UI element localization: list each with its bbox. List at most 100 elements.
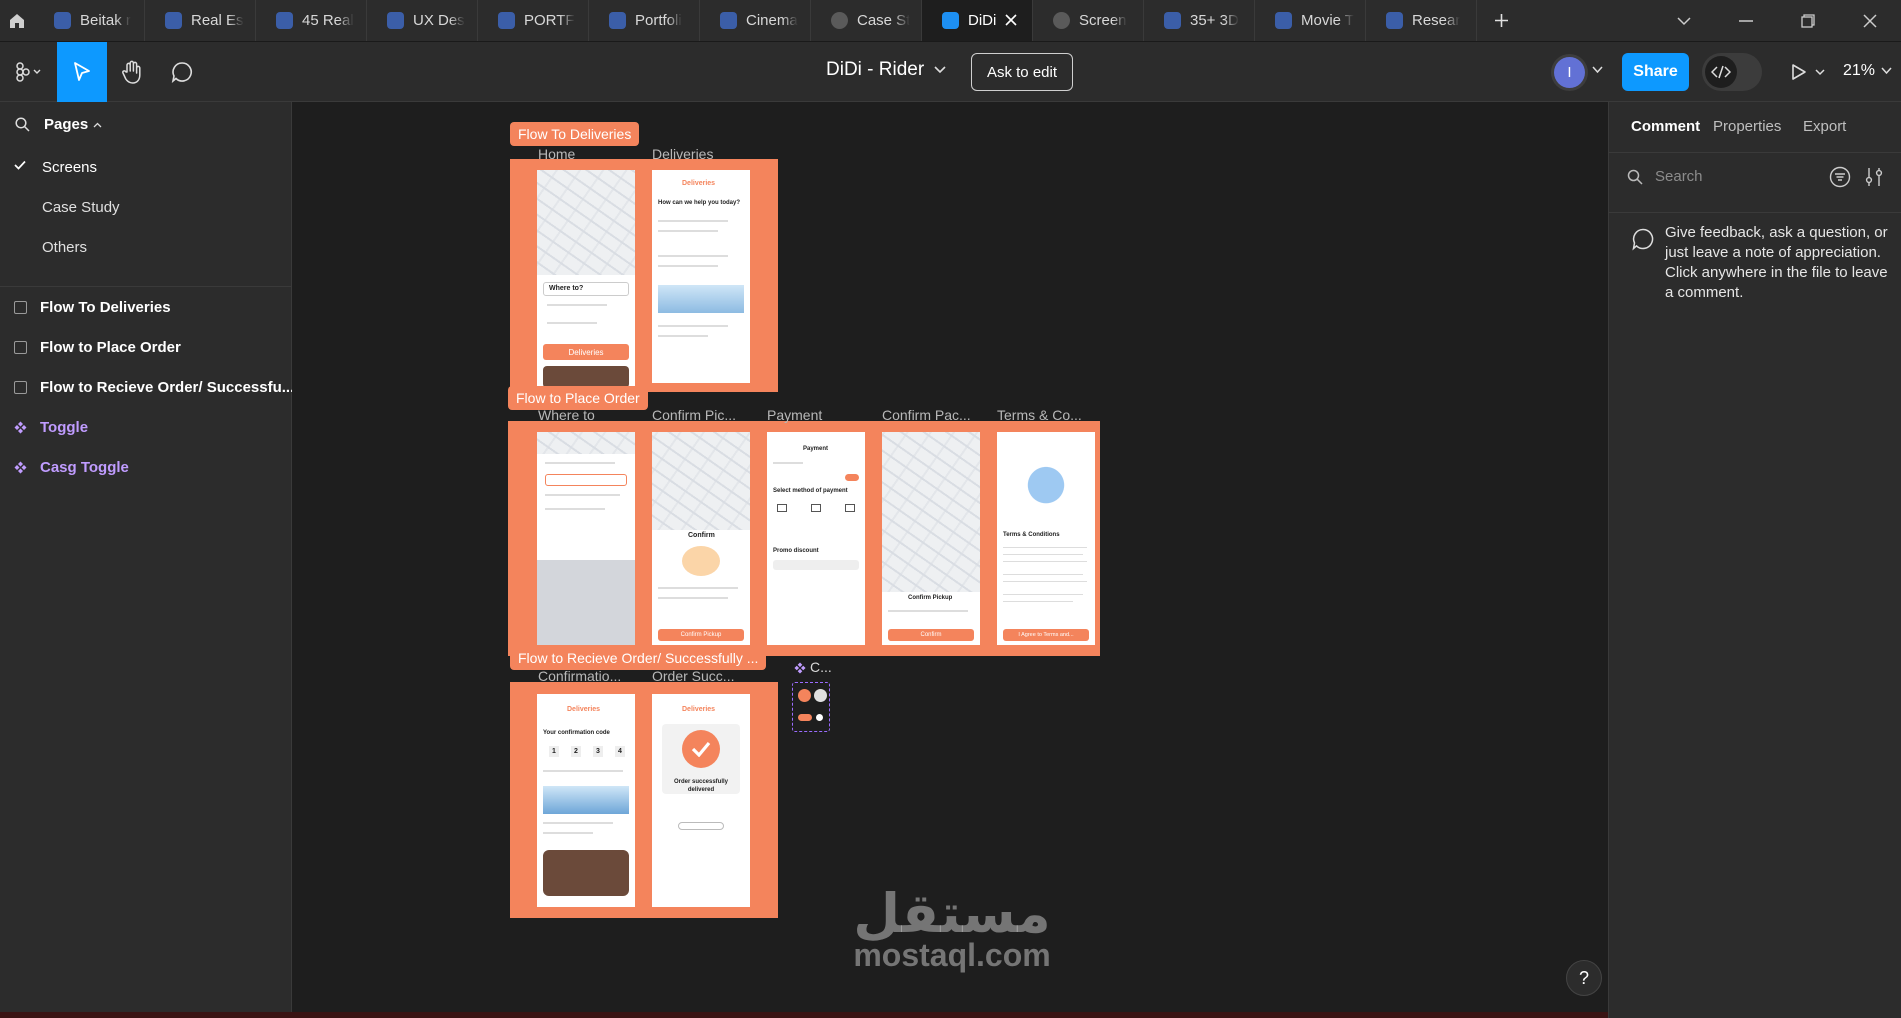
frame-label-terms[interactable]: Terms & Co...: [997, 407, 1097, 423]
comment-tool-icon[interactable]: [162, 56, 202, 88]
frame-label-where-to[interactable]: Where to: [538, 407, 638, 423]
frame-confirm-package[interactable]: Confirm Pickup Confirm: [882, 432, 980, 645]
tab-ux-design[interactable]: UX Des: [367, 0, 478, 41]
card-icon: [777, 504, 787, 512]
new-tab-plus-icon[interactable]: [1477, 0, 1525, 41]
tab-export[interactable]: Export: [1803, 118, 1846, 135]
tab-portfolio[interactable]: Portfoli: [589, 0, 700, 41]
figma-file-icon: [942, 12, 959, 29]
ask-to-edit-button[interactable]: Ask to edit: [971, 53, 1073, 91]
placeholder-line: [658, 597, 728, 599]
frame-label-deliveries[interactable]: Deliveries: [652, 146, 752, 162]
design-canvas[interactable]: Flow To Deliveries Home Deliveries Where…: [292, 102, 1608, 1012]
component-set-label[interactable]: C...: [810, 659, 832, 675]
terms-illustration: [1007, 440, 1085, 522]
frame-label-home[interactable]: Home: [538, 146, 638, 162]
pages-header[interactable]: Pages: [15, 116, 102, 133]
restore-icon[interactable]: [1777, 0, 1839, 41]
placeholder-line: [543, 822, 613, 824]
pages-title[interactable]: Pages: [44, 116, 102, 133]
page-item-others[interactable]: Others: [42, 239, 87, 256]
tab-beitak[interactable]: Beitak r: [34, 0, 145, 41]
frame-confirm-pickup[interactable]: Confirm Confirm Pickup: [652, 432, 750, 645]
frame-label-confirmation[interactable]: Confirmatio...: [538, 668, 638, 684]
confirmation-brand: Deliveries: [567, 706, 601, 713]
chevron-down-icon[interactable]: [1592, 66, 1603, 74]
hand-tool-icon[interactable]: [112, 56, 152, 88]
keyboard: [537, 560, 635, 645]
help-button[interactable]: ?: [1566, 960, 1602, 996]
tab-cinema[interactable]: Cinema: [700, 0, 811, 41]
map-strip: [537, 432, 635, 454]
layer-toggle[interactable]: Toggle: [14, 419, 88, 436]
frame-confirmation[interactable]: Deliveries Your confirmation code 1 2 3 …: [537, 694, 635, 907]
figma-file-icon: [54, 12, 71, 29]
tab-properties[interactable]: Properties: [1713, 118, 1781, 135]
figma-file-icon: [387, 12, 404, 29]
tab-portfolio-upper[interactable]: PORTF: [478, 0, 589, 41]
map-view: [652, 432, 750, 530]
frame-label-confirm-package[interactable]: Confirm Pac...: [882, 407, 982, 423]
minimize-icon[interactable]: [1715, 0, 1777, 41]
frame-payment[interactable]: Payment Select method of payment Promo d…: [767, 432, 865, 645]
close-window-icon[interactable]: [1839, 0, 1901, 41]
close-tab-icon[interactable]: [1004, 13, 1018, 27]
dev-mode-toggle[interactable]: [1702, 53, 1762, 91]
mostaql-watermark: مستقل mostaql.com: [832, 882, 1072, 974]
section-icon: [14, 301, 27, 314]
right-sidebar: Comment Properties Export Give feedback,…: [1608, 102, 1901, 1018]
placeholder-line: [658, 325, 728, 327]
checkmark-icon: [14, 160, 26, 170]
placeholder-line: [1003, 581, 1087, 582]
frame-order-success[interactable]: Deliveries Order successfully delivered: [652, 694, 750, 907]
promo-image: [543, 850, 629, 896]
present-play-icon[interactable]: [1786, 60, 1832, 84]
tab-screen[interactable]: Screen: [1033, 0, 1144, 41]
tab-movie[interactable]: Movie T: [1255, 0, 1366, 41]
frame-home[interactable]: Where to? Deliveries: [537, 170, 635, 388]
section-icon: [14, 381, 27, 394]
page-item-screens[interactable]: Screens: [42, 159, 97, 176]
section-label[interactable]: Flow To Deliveries: [510, 122, 640, 146]
chevron-up-icon: [93, 122, 102, 128]
move-tool-cursor-icon[interactable]: [57, 42, 107, 102]
tab-didi[interactable]: DiDi: [922, 0, 1033, 41]
frame-where-to[interactable]: [537, 432, 635, 645]
layer-flow-to-place-order[interactable]: Flow to Place Order: [14, 339, 181, 356]
filter-icon[interactable]: [1829, 166, 1851, 188]
figma-logo-menu-icon[interactable]: [8, 56, 46, 88]
toggle-component-set[interactable]: [792, 682, 830, 732]
comment-hint-text: Give feedback, ask a question, or just l…: [1665, 224, 1888, 301]
file-title-text: DiDi - Rider: [826, 59, 925, 80]
city-illustration: [658, 285, 744, 313]
frame-label-order-success[interactable]: Order Succ...: [652, 668, 752, 684]
search-icon[interactable]: [15, 117, 30, 132]
layer-flow-to-recieve-order[interactable]: Flow to Recieve Order/ Successfu...: [14, 379, 294, 396]
frame-label-confirm-pickup[interactable]: Confirm Pic...: [652, 407, 752, 423]
section-label[interactable]: Flow to Recieve Order/ Successfully ...: [510, 646, 767, 670]
zoom-level[interactable]: 21%: [1843, 62, 1892, 80]
frame-deliveries[interactable]: Deliveries How can we help you today?: [652, 170, 750, 383]
frame-terms[interactable]: Terms & Conditions I Agree to Terms and.…: [997, 432, 1095, 645]
tabs-dropdown-chevron-icon[interactable]: [1653, 0, 1715, 41]
tab-45-real[interactable]: 45 Real: [256, 0, 367, 41]
share-button[interactable]: Share: [1622, 53, 1689, 91]
tab-real-estate[interactable]: Real Es: [145, 0, 256, 41]
home-icon[interactable]: [0, 0, 34, 41]
courier-illustration: [682, 546, 720, 576]
tab-comment[interactable]: Comment: [1631, 118, 1700, 135]
layer-casg-toggle[interactable]: Casg Toggle: [14, 459, 129, 476]
user-avatar[interactable]: I: [1554, 57, 1585, 88]
page-item-case-study[interactable]: Case Study: [42, 199, 120, 216]
tab-research[interactable]: Resear: [1366, 0, 1477, 41]
placeholder-line: [547, 322, 597, 324]
layer-flow-to-deliveries[interactable]: Flow To Deliveries: [14, 299, 171, 316]
tab-35-3d[interactable]: 35+ 3D: [1144, 0, 1255, 41]
frame-label-payment[interactable]: Payment: [767, 407, 867, 423]
tab-case-study[interactable]: Case St: [811, 0, 922, 41]
sliders-settings-icon[interactable]: [1863, 166, 1885, 188]
comment-search-input[interactable]: [1655, 168, 1805, 185]
component-icon: [14, 421, 27, 434]
file-title[interactable]: DiDi - Rider: [826, 59, 946, 81]
cash-toggle-on: [798, 714, 812, 721]
